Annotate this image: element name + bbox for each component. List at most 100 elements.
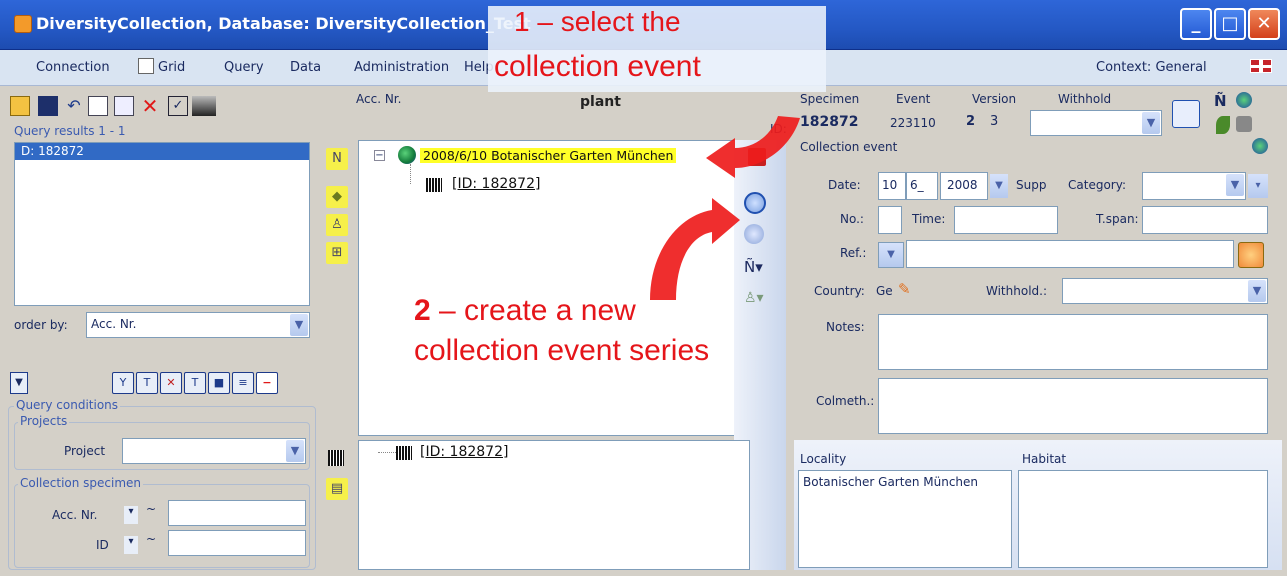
locality-input[interactable]: Botanischer Garten München (798, 470, 1012, 568)
add-filter-button[interactable]: T (136, 372, 158, 394)
new-event-series-icon[interactable] (744, 224, 764, 244)
collector-icon[interactable]: N (326, 148, 348, 170)
collector-icon[interactable]: Ñ (1214, 92, 1227, 110)
tspan-input[interactable] (1142, 206, 1268, 234)
language-flag-icon[interactable] (1250, 59, 1272, 73)
date-year-input[interactable]: 2008 (940, 172, 988, 200)
id-approx: ~ (146, 532, 157, 546)
query-results-label: Query results 1 - 1 (14, 124, 126, 138)
specimen-node[interactable]: [ID: 182872] (452, 176, 540, 192)
menu-data[interactable]: Data (290, 60, 321, 75)
print-icon[interactable] (192, 96, 216, 116)
new-query-icon[interactable] (10, 96, 30, 116)
grid-icon (138, 58, 154, 74)
notes-label: Notes: (826, 320, 865, 334)
acc-nr-input[interactable] (168, 500, 306, 526)
filter-button[interactable]: Y (112, 372, 134, 394)
menu-connection[interactable]: Connection (36, 60, 110, 75)
globe-icon[interactable] (1236, 92, 1252, 108)
expand-conditions-button[interactable]: ▼ (10, 372, 28, 394)
order-by-select[interactable]: Acc. Nr. ▼ (86, 312, 310, 338)
ref-link-icon[interactable] (1238, 242, 1264, 268)
printer-icon[interactable] (1236, 116, 1252, 132)
query-result-item[interactable]: D: 182872 (15, 143, 309, 160)
part-node[interactable]: [ID: 182872] (420, 444, 508, 460)
date-month-input[interactable]: 6_ (906, 172, 938, 200)
withhold-label: Withhold (1058, 92, 1112, 106)
chevron-down-icon[interactable]: ▼ (1226, 174, 1244, 196)
filter-list-button[interactable]: T (184, 372, 206, 394)
barcode-icon (426, 178, 442, 192)
chevron-down-icon[interactable]: ▼ (286, 440, 304, 462)
country-label: Country: (814, 284, 865, 298)
maximize-button[interactable]: □ (1214, 8, 1246, 40)
remove-button[interactable]: − (256, 372, 278, 394)
save-filter-button[interactable]: ■ (208, 372, 230, 394)
delete-icon[interactable]: ✕ (140, 96, 160, 116)
parts-tree[interactable] (358, 440, 750, 570)
time-label: Time: (912, 212, 946, 226)
specimen-label: Specimen (800, 92, 860, 106)
copy-icon[interactable] (114, 96, 134, 116)
withhold-select[interactable]: ▼ (1030, 110, 1162, 136)
callout-create-text: – create a new (430, 294, 636, 327)
save-event-icon[interactable] (748, 148, 766, 166)
notes-input[interactable] (878, 314, 1268, 370)
edit-pencil-icon[interactable]: ✎ (898, 280, 911, 298)
project-select[interactable]: ▼ (122, 438, 306, 464)
person-dropdown-icon[interactable]: ♙▾ (744, 290, 764, 306)
relation-icon[interactable]: ⊞ (326, 242, 348, 264)
time-input[interactable] (954, 206, 1058, 234)
withhold2-select[interactable]: ▼ (1062, 278, 1268, 304)
save-icon[interactable] (38, 96, 58, 116)
category-menu-icon[interactable]: ▾ (1248, 174, 1268, 198)
id-operator[interactable]: ▾ (124, 536, 138, 554)
details-icon[interactable] (1172, 100, 1200, 128)
leaf-icon[interactable]: ◆ (326, 186, 348, 208)
barcode-icon[interactable] (328, 450, 344, 466)
new-document-icon[interactable] (88, 96, 108, 116)
date-day-input[interactable]: 10 (878, 172, 906, 200)
query-results-list[interactable] (14, 142, 310, 306)
supp-label: Supp (1016, 178, 1047, 192)
collection-event-node[interactable]: 2008/6/10 Botanischer Garten München (420, 148, 677, 163)
plant-label: plant (580, 94, 621, 110)
person-icon[interactable]: ♙ (326, 214, 348, 236)
collector-dropdown-icon[interactable]: Ñ▾ (744, 258, 763, 276)
checkbox-icon[interactable]: ✓ (168, 96, 188, 116)
specimen-id: 182872 (800, 114, 859, 130)
undo-icon[interactable]: ↶ (64, 96, 84, 116)
acc-nr-operator[interactable]: ▾ (124, 506, 138, 524)
chevron-down-icon[interactable]: ▼ (1248, 280, 1266, 302)
chevron-down-icon[interactable]: ▼ (290, 314, 308, 336)
document-icon[interactable]: ▤ (326, 478, 348, 500)
search-event-icon[interactable] (744, 192, 766, 214)
ref-input[interactable] (906, 240, 1234, 268)
collapse-toggle[interactable]: − (374, 150, 385, 161)
callout-create-line2: collection event series (414, 334, 710, 367)
no-input[interactable] (878, 206, 902, 234)
center-acc-nr-label: Acc. Nr. (356, 92, 402, 106)
remove-filter-button[interactable]: ✕ (160, 372, 182, 394)
menu-grid[interactable]: Grid (158, 60, 185, 75)
list-button[interactable]: ≡ (232, 372, 254, 394)
specimen-tree[interactable] (358, 140, 750, 436)
chevron-down-icon[interactable]: ▼ (1142, 112, 1160, 134)
close-button[interactable]: ✕ (1248, 8, 1280, 40)
center-id-label: ID: (770, 122, 787, 136)
calendar-dropdown-icon[interactable]: ▼ (990, 174, 1008, 198)
globe-icon[interactable] (1252, 138, 1268, 154)
colmeth-input[interactable] (878, 378, 1268, 434)
menu-query[interactable]: Query (224, 60, 264, 75)
habitat-label: Habitat (1022, 452, 1067, 466)
minimize-button[interactable]: _ (1180, 8, 1212, 40)
menu-administration[interactable]: Administration (354, 60, 449, 75)
window-title: DiversityCollection, Database: Diversity… (36, 14, 531, 33)
category-select[interactable]: ▼ (1142, 172, 1246, 200)
leaf-icon[interactable] (1216, 116, 1230, 134)
habitat-input[interactable] (1018, 470, 1268, 568)
ref-dropdown[interactable]: ▼ (878, 242, 904, 268)
id-label: ID (96, 538, 109, 552)
version-b: 3 (990, 114, 999, 129)
id-input[interactable] (168, 530, 306, 556)
